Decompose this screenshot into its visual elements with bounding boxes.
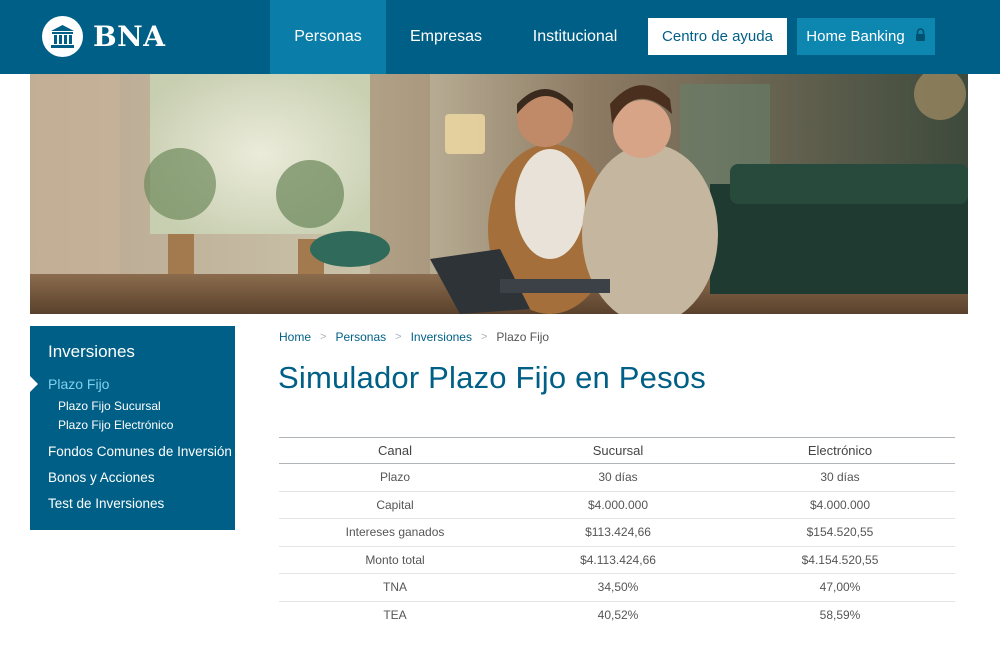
electronico-value: $4.154.520,55 [725, 546, 955, 574]
nav-personas[interactable]: Personas [270, 0, 386, 74]
row-label: TEA [383, 608, 407, 622]
breadcrumb-separator: > [480, 331, 488, 343]
breadcrumb-personas[interactable]: Personas [335, 330, 386, 344]
bank-building-icon [42, 16, 83, 57]
column-header-canal: Canal [279, 437, 511, 464]
breadcrumb-current: Plazo Fijo [496, 330, 550, 344]
bna-logo[interactable]: BNA [42, 16, 165, 57]
table-row: Capital $4.000.000 $4.000.000 [279, 491, 955, 519]
sidebar-item-plazo-fijo-electronico[interactable]: Plazo Fijo Electrónico [58, 418, 173, 432]
table-row: Intereses ganados $113.424,66 $154.520,5… [279, 518, 955, 547]
table-header-row: Canal Sucursal Electrónico [279, 437, 955, 464]
column-header-electronico: Electrónico [725, 437, 955, 464]
active-item-marker-icon [30, 376, 38, 392]
table-row: Monto total $4.113.424,66 $4.154.520,55 [279, 546, 955, 574]
breadcrumb-separator: > [320, 331, 327, 343]
sucursal-value: $4.113.424,66 [511, 546, 725, 574]
row-label: Capital [279, 491, 511, 519]
logo-text: BNA [93, 20, 166, 53]
help-center-label: Centro de ayuda [662, 28, 773, 45]
table-row: TEA 40,52% 58,59% [279, 601, 955, 629]
sucursal-value: $4.000.000 [511, 491, 725, 519]
simulator-table: Canal Sucursal Electrónico Plazo 30 días… [279, 437, 955, 629]
breadcrumb: Home > Personas > Inversiones > Plazo Fi… [279, 330, 549, 344]
breadcrumb-inversiones[interactable]: Inversiones [411, 330, 472, 344]
hero-image [30, 74, 968, 314]
lock-icon [915, 28, 926, 45]
sidebar-title: Inversiones [48, 342, 135, 361]
electronico-value: 47,00% [725, 573, 955, 602]
sucursal-value: 34,50% [511, 573, 725, 602]
sidebar-item-plazo-fijo-sucursal[interactable]: Plazo Fijo Sucursal [58, 399, 161, 413]
nav-institucional[interactable]: Institucional [506, 0, 644, 74]
site-header: BNA Personas Empresas Institucional Cent… [0, 0, 1000, 74]
sucursal-value: 40,52% [597, 608, 639, 622]
electronico-value: $154.520,55 [725, 518, 955, 547]
home-banking-button[interactable]: Home Banking [797, 18, 935, 55]
nav-empresas[interactable]: Empresas [386, 0, 506, 74]
row-label: TNA [279, 573, 511, 602]
row-label: Plazo [279, 463, 511, 492]
sucursal-value: $113.424,66 [511, 518, 725, 547]
sidebar-item-bonos-acciones[interactable]: Bonos y Acciones [48, 470, 155, 485]
main-nav: Personas Empresas Institucional [270, 0, 644, 74]
sidebar-item-plazo-fijo[interactable]: Plazo Fijo [48, 376, 109, 392]
column-header-sucursal: Sucursal [511, 437, 725, 464]
sidebar-menu: Inversiones Plazo Fijo Plazo Fijo Sucurs… [30, 326, 235, 530]
page-title: Simulador Plazo Fijo en Pesos [278, 360, 706, 395]
row-label: Intereses ganados [279, 518, 511, 547]
sidebar-item-fondos-comunes[interactable]: Fondos Comunes de Inversión [48, 444, 232, 459]
breadcrumb-home[interactable]: Home [279, 330, 311, 344]
sidebar-item-test-inversiones[interactable]: Test de Inversiones [48, 496, 164, 511]
electronico-value: $4.000.000 [725, 491, 955, 519]
sucursal-value: 30 días [511, 463, 725, 492]
row-label: Monto total [279, 546, 511, 574]
electronico-value: 30 días [725, 463, 955, 492]
table-row: TNA 34,50% 47,00% [279, 573, 955, 602]
help-center-button[interactable]: Centro de ayuda [648, 18, 787, 55]
breadcrumb-separator: > [395, 331, 402, 343]
table-row: Plazo 30 días 30 días [279, 463, 955, 492]
electronico-value: 58,59% [819, 608, 861, 622]
home-banking-label: Home Banking [806, 28, 905, 45]
